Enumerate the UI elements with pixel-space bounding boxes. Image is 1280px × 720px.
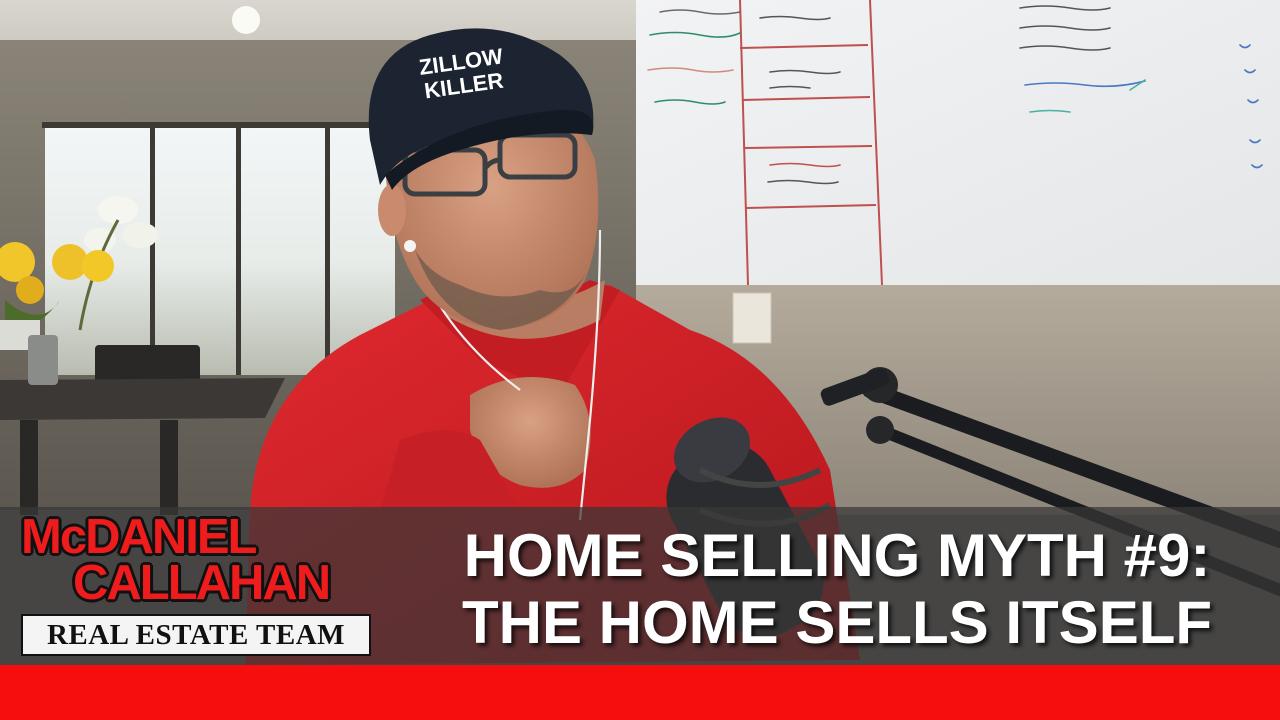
ceiling-light <box>232 6 260 34</box>
logo-name-mcdaniel: McDANIEL <box>21 510 257 564</box>
whiteboard <box>636 0 1280 285</box>
headline-line1: HOME SELLING MYTH #9: <box>463 522 1211 589</box>
headline-line2: THE HOME SELLS ITSELF <box>461 589 1213 656</box>
ear <box>378 184 406 236</box>
video-headline: HOME SELLING MYTH #9: THE HOME SELLS ITS… <box>412 522 1262 656</box>
light-switch <box>732 292 772 344</box>
logo-name-callahan: CALLAHAN <box>73 556 331 610</box>
logo-team-plate: REAL ESTATE TEAM <box>21 614 371 656</box>
earbud <box>404 240 416 252</box>
logo-team-label: REAL ESTATE TEAM <box>46 618 346 651</box>
brand-logo: McDANIEL CALLAHAN REAL ESTATE TEAM <box>15 513 377 659</box>
bottom-red-bar <box>0 665 1280 720</box>
